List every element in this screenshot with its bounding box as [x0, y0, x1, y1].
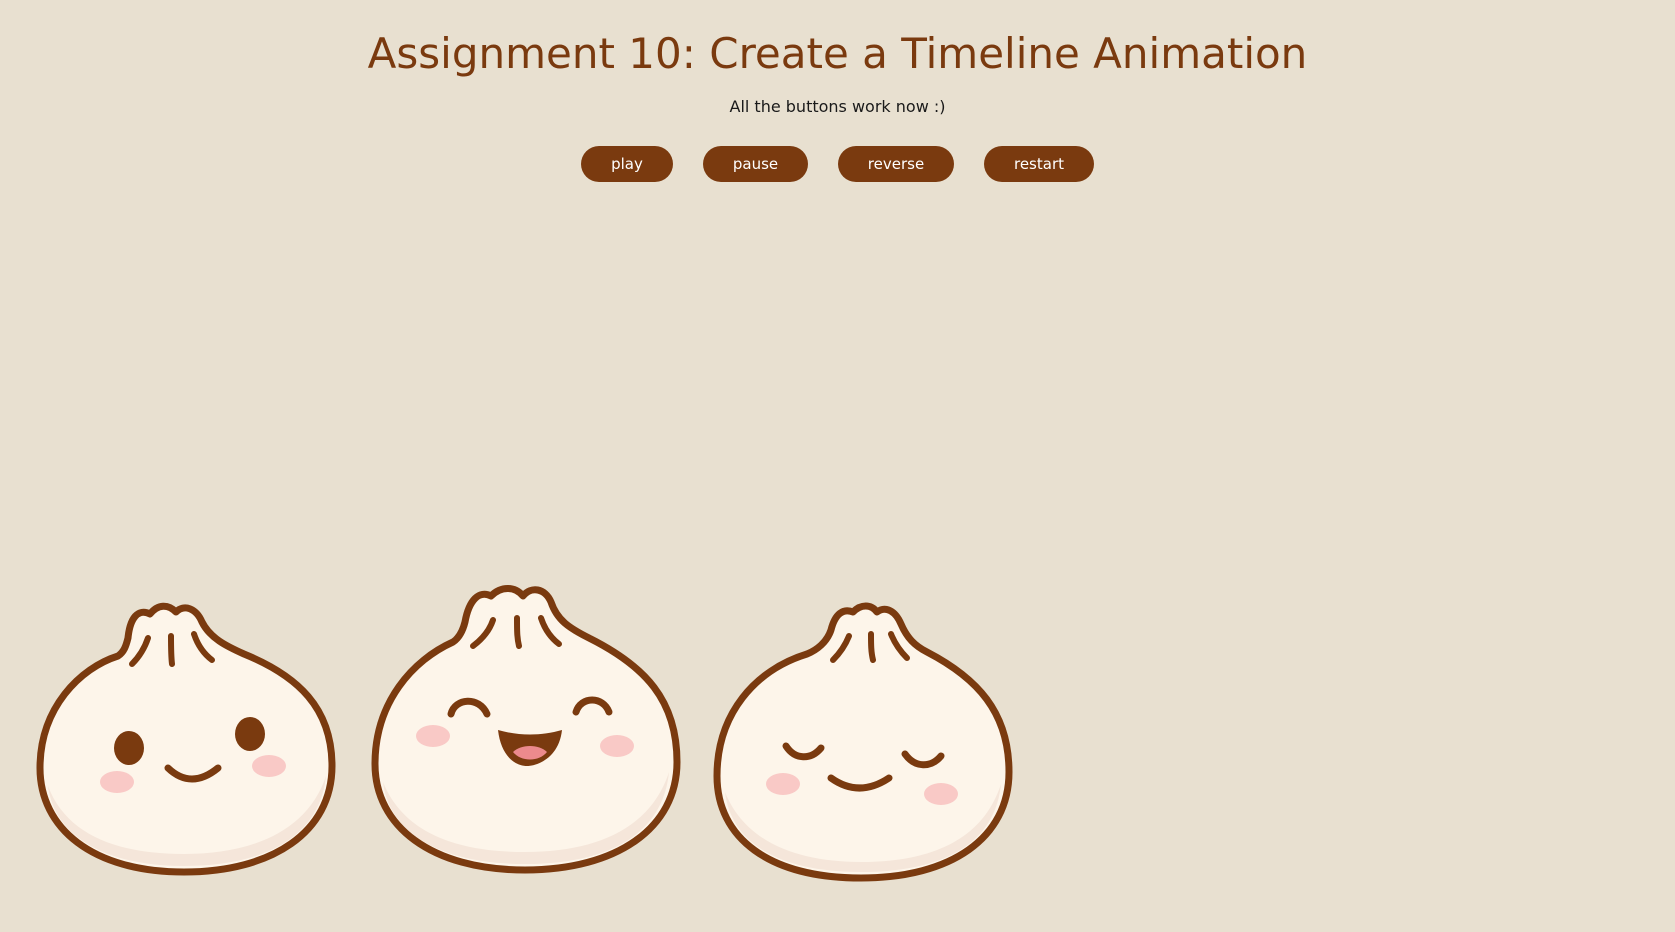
- play-button[interactable]: play: [581, 146, 673, 182]
- bao-bun-laugh-icon: [371, 585, 681, 874]
- page-subtitle: All the buttons work now :): [729, 97, 946, 116]
- bao-bun-smile-icon: [36, 602, 336, 876]
- restart-button[interactable]: restart: [984, 146, 1094, 182]
- pause-button[interactable]: pause: [703, 146, 808, 182]
- animation-controls: play pause reverse restart: [0, 146, 1675, 182]
- bao-bun-content-icon: [713, 602, 1013, 882]
- page-title: Assignment 10: Create a Timeline Animati…: [367, 29, 1308, 78]
- reverse-button[interactable]: reverse: [838, 146, 954, 182]
